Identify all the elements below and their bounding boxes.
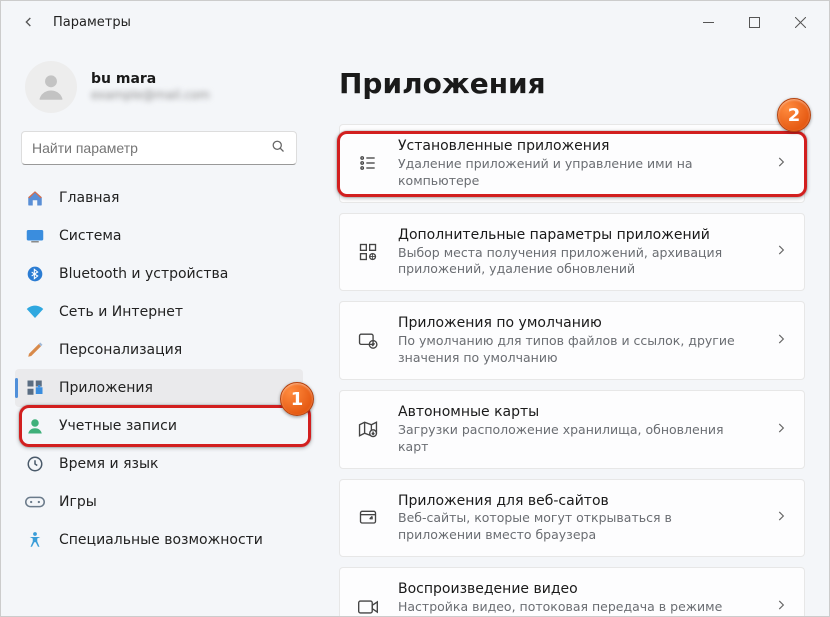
chevron-right-icon (774, 508, 788, 527)
nav-bluetooth[interactable]: Bluetooth и устройства (15, 255, 303, 293)
chevron-right-icon (774, 154, 788, 173)
nav-network[interactable]: Сеть и Интернет (15, 293, 303, 331)
accessibility-icon (25, 530, 45, 550)
nav-time-language[interactable]: Время и язык (15, 445, 303, 483)
nav-label: Приложения (59, 380, 153, 396)
home-icon (25, 188, 45, 208)
list-icon (356, 151, 380, 175)
chevron-right-icon (774, 420, 788, 439)
nav-label: Bluetooth и устройства (59, 266, 228, 282)
card-default-apps[interactable]: Приложения по умолчанию По умолчанию для… (339, 301, 805, 380)
profile-name: bu mara (91, 70, 210, 88)
avatar (25, 61, 77, 113)
bluetooth-icon (25, 264, 45, 284)
titlebar: Параметры (1, 1, 829, 43)
search-input[interactable] (32, 140, 271, 156)
maximize-button[interactable] (731, 3, 777, 41)
window-title: Параметры (43, 15, 131, 30)
card-title: Автономные карты (398, 403, 756, 422)
nav-label: Учетные записи (59, 418, 177, 434)
clock-icon (25, 454, 45, 474)
nav-label: Главная (59, 190, 119, 206)
card-video-playback[interactable]: Воспроизведение видео Настройка видео, п… (339, 567, 805, 616)
nav-label: Время и язык (59, 456, 158, 472)
card-desc: Удаление приложений и управление ими на … (398, 156, 756, 190)
profile-block[interactable]: bu mara example@mail.com (15, 51, 303, 131)
card-desc: Загрузки расположение хранилища, обновле… (398, 422, 756, 456)
defaults-icon (356, 329, 380, 353)
card-apps-for-websites[interactable]: Приложения для веб-сайтов Веб-сайты, кот… (339, 479, 805, 558)
card-title: Воспроизведение видео (398, 580, 756, 599)
nav-accessibility[interactable]: Специальные возможности (15, 521, 303, 559)
card-installed-apps[interactable]: Установленные приложения Удаление прилож… (339, 124, 805, 203)
apps-icon (25, 378, 45, 398)
chevron-right-icon (774, 597, 788, 616)
nav-personalization[interactable]: Персонализация (15, 331, 303, 369)
main-panel: Приложения Установленные приложения Удал… (311, 43, 829, 616)
card-desc: Настройка видео, потоковая передача в ре… (398, 599, 756, 616)
card-offline-maps[interactable]: Автономные карты Загрузки расположение х… (339, 390, 805, 469)
video-icon (356, 595, 380, 616)
nav-label: Сеть и Интернет (59, 304, 183, 320)
chevron-right-icon (774, 331, 788, 350)
card-desc: По умолчанию для типов файлов и ссылок, … (398, 333, 756, 367)
nav-label: Система (59, 228, 121, 244)
wifi-icon (25, 302, 45, 322)
page-title: Приложения (339, 67, 805, 100)
link-app-icon (356, 506, 380, 530)
profile-email: example@mail.com (91, 88, 210, 104)
card-advanced-app-settings[interactable]: Дополнительные параметры приложений Выбо… (339, 213, 805, 292)
card-desc: Выбор места получения приложений, архива… (398, 245, 756, 279)
gaming-icon (25, 492, 45, 512)
card-title: Приложения для веб-сайтов (398, 492, 756, 511)
close-button[interactable] (777, 3, 823, 41)
back-button[interactable] (15, 8, 43, 36)
card-title: Установленные приложения (398, 137, 756, 156)
minimize-button[interactable] (685, 3, 731, 41)
sidebar-nav: Главная Система Bluetooth и устройства С… (15, 179, 303, 559)
card-desc: Веб-сайты, которые могут открываться в п… (398, 510, 756, 544)
card-title: Дополнительные параметры приложений (398, 226, 756, 245)
nav-label: Персонализация (59, 342, 182, 358)
nav-system[interactable]: Система (15, 217, 303, 255)
chevron-right-icon (774, 242, 788, 261)
search-box[interactable] (21, 131, 297, 165)
nav-accounts[interactable]: Учетные записи (15, 407, 303, 445)
sidebar: bu mara example@mail.com Главная Систе (1, 43, 311, 616)
nav-home[interactable]: Главная (15, 179, 303, 217)
nav-gaming[interactable]: Игры (15, 483, 303, 521)
accounts-icon (25, 416, 45, 436)
nav-label: Специальные возможности (59, 532, 263, 548)
nav-apps[interactable]: Приложения (15, 369, 303, 407)
nav-label: Игры (59, 494, 97, 510)
search-icon (271, 139, 286, 158)
card-title: Приложения по умолчанию (398, 314, 756, 333)
system-icon (25, 226, 45, 246)
advanced-icon (356, 240, 380, 264)
maps-icon (356, 417, 380, 441)
brush-icon (25, 340, 45, 360)
